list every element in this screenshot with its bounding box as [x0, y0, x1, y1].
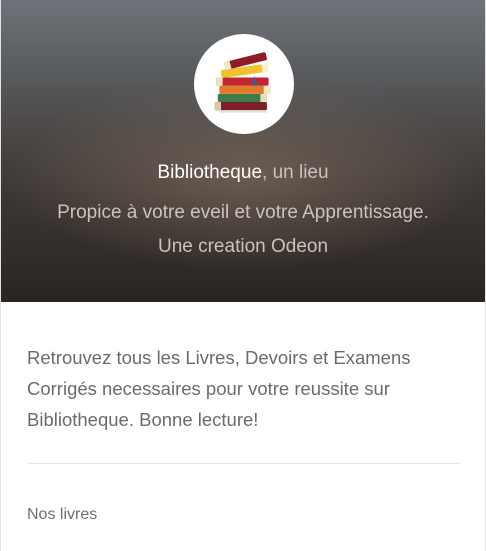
profile-card: Bibliotheque, un lieu Propice à votre ev… — [0, 0, 486, 551]
brand-name: Bibliotheque — [157, 162, 263, 183]
hero-tagline: Bibliotheque, un lieu — [1, 162, 485, 184]
hero-credit: Une creation Odeon — [157, 236, 329, 257]
nos-livres-link[interactable]: Nos livres — [27, 506, 97, 524]
tagline-rest: , un lieu — [262, 162, 329, 183]
logo-avatar — [194, 34, 294, 134]
hero-subtitle: Propice à votre eveil et votre Apprentis… — [57, 202, 429, 223]
card-body: Retrouvez tous les Livres, Devoirs et Ex… — [1, 302, 485, 524]
divider — [27, 463, 461, 464]
hero-banner: Bibliotheque, un lieu Propice à votre ev… — [1, 0, 485, 302]
stack-of-books-icon — [214, 52, 271, 113]
description-text: Retrouvez tous les Livres, Devoirs et Ex… — [27, 347, 411, 430]
